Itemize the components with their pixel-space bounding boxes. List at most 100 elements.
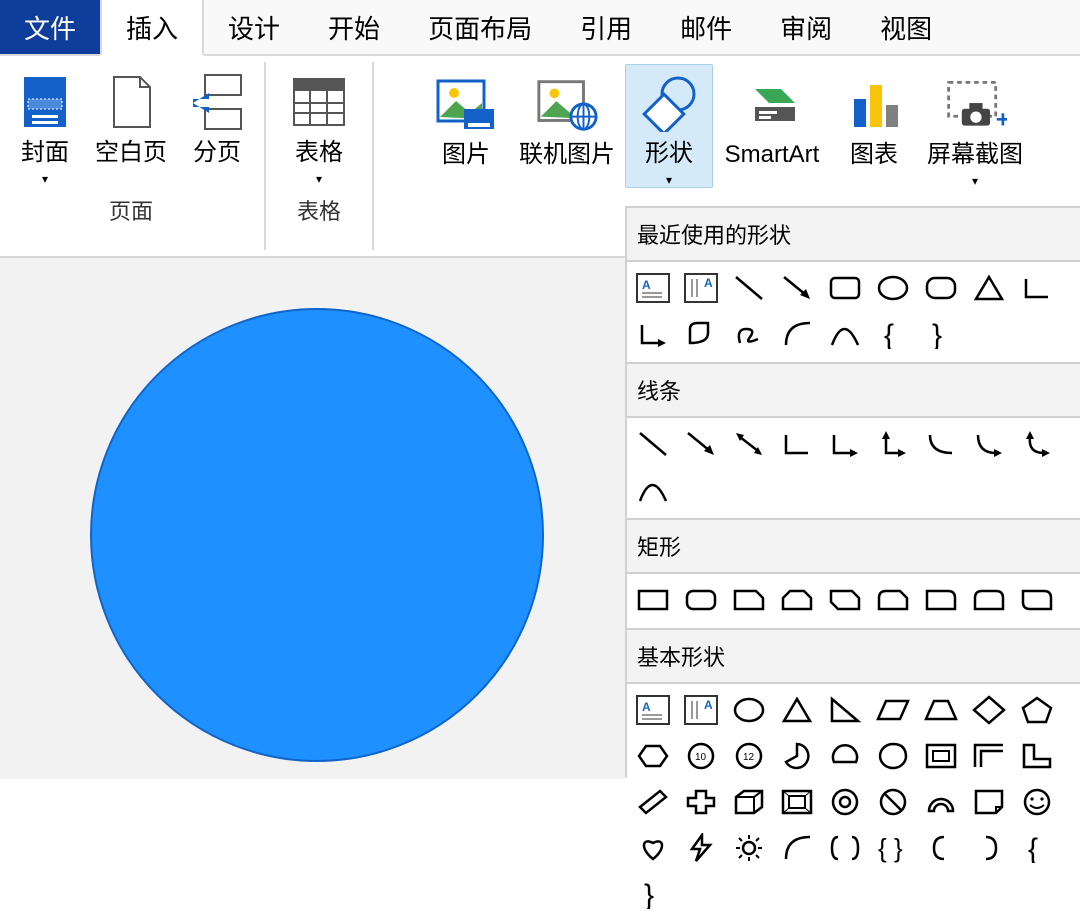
textbox-vert-icon[interactable]: A — [681, 268, 721, 308]
curve-shape-icon[interactable] — [633, 470, 673, 510]
round-rect-icon[interactable] — [681, 580, 721, 620]
tab-file[interactable]: 文件 — [0, 0, 100, 54]
blank-page-button[interactable]: 空白页 ▾ — [84, 64, 178, 186]
line-icon[interactable] — [633, 424, 673, 464]
parallelogram-icon[interactable] — [873, 690, 913, 730]
right-brace-icon[interactable]: } — [921, 314, 961, 354]
group-pages-label: 页面 — [109, 194, 153, 230]
cover-page-button[interactable]: 封面 ▾ — [6, 64, 84, 186]
triangle-icon[interactable] — [777, 690, 817, 730]
shapes-section-lines — [627, 418, 1080, 520]
snip1-rect-icon[interactable] — [729, 580, 769, 620]
arrow-line-icon[interactable] — [777, 268, 817, 308]
decagon-icon[interactable]: 10 — [681, 736, 721, 776]
frame-icon[interactable] — [921, 736, 961, 776]
plus-icon[interactable] — [681, 782, 721, 822]
smartart-button[interactable]: SmartArt ▾ — [713, 66, 831, 188]
ellipse-icon[interactable] — [729, 690, 769, 730]
hexagon-icon[interactable] — [633, 736, 673, 776]
curved-arrow-connector-icon[interactable] — [969, 424, 1009, 464]
picture-button[interactable]: 图片 ▾ — [423, 66, 509, 188]
page-break-button[interactable]: 分页 ▾ — [178, 64, 256, 186]
group-pages: 封面 ▾ 空白页 ▾ — [0, 56, 262, 256]
curve-icon[interactable] — [825, 314, 865, 354]
round-diag-rect-icon[interactable] — [1017, 580, 1057, 620]
chord-icon[interactable] — [825, 736, 865, 776]
snip-round-rect-icon[interactable] — [873, 580, 913, 620]
screenshot-icon: + — [943, 72, 1007, 136]
diamond-icon[interactable] — [969, 690, 1009, 730]
screenshot-button[interactable]: + 屏幕截图 ▾ — [917, 66, 1033, 188]
textbox-vert-icon[interactable]: A — [681, 690, 721, 730]
left-bracket-icon[interactable] — [921, 828, 961, 868]
right-bracket-icon[interactable] — [969, 828, 1009, 868]
right-triangle-icon[interactable] — [825, 690, 865, 730]
trapezoid-icon[interactable] — [921, 690, 961, 730]
cube-icon[interactable] — [729, 782, 769, 822]
curved-connector-icon[interactable] — [921, 424, 961, 464]
elbow-double-arrow-icon[interactable] — [873, 424, 913, 464]
tab-review[interactable]: 审阅 — [756, 0, 856, 54]
triangle-icon[interactable] — [969, 268, 1009, 308]
pie-icon[interactable] — [777, 736, 817, 776]
l-shape-icon[interactable] — [1017, 736, 1057, 776]
round2-rect-icon[interactable] — [969, 580, 1009, 620]
teardrop-icon[interactable] — [873, 736, 913, 776]
rounded-rect-icon[interactable] — [921, 268, 961, 308]
group-tables-label: 表格 — [297, 194, 341, 230]
sun-icon[interactable] — [729, 828, 769, 868]
group-tables: 表格 ▾ 表格 — [268, 56, 370, 256]
line-icon[interactable] — [729, 268, 769, 308]
textbox-horiz-icon[interactable]: A — [633, 690, 673, 730]
tab-mail[interactable]: 邮件 — [656, 0, 756, 54]
chart-button[interactable]: 图表 ▾ — [831, 66, 917, 188]
online-picture-button[interactable]: 联机图片 ▾ — [509, 66, 625, 188]
scribble-icon[interactable] — [729, 314, 769, 354]
diag-stripe-icon[interactable] — [633, 782, 673, 822]
lightning-icon[interactable] — [681, 828, 721, 868]
arc-icon[interactable] — [777, 314, 817, 354]
left-brace-icon[interactable]: { — [1017, 828, 1057, 868]
l-arrow-connector-icon[interactable] — [633, 314, 673, 354]
oval-icon[interactable] — [873, 268, 913, 308]
half-frame-icon[interactable] — [969, 736, 1009, 776]
bevel-icon[interactable] — [777, 782, 817, 822]
folded-corner-icon[interactable] — [969, 782, 1009, 822]
double-bracket-icon[interactable] — [825, 828, 865, 868]
heart-icon[interactable] — [633, 828, 673, 868]
blank-page-icon — [99, 70, 163, 134]
shapes-button[interactable]: 形状 ▾ — [625, 64, 713, 188]
textbox-horiz-icon[interactable]: A — [633, 268, 673, 308]
tab-design[interactable]: 设计 — [204, 0, 304, 54]
dodecagon-icon[interactable]: 12 — [729, 736, 769, 776]
rectangle-icon[interactable] — [825, 268, 865, 308]
tab-layout[interactable]: 页面布局 — [404, 0, 556, 54]
snip2-rect-icon[interactable] — [777, 580, 817, 620]
l-connector-icon[interactable] — [1017, 268, 1057, 308]
right-brace-icon[interactable]: } — [633, 874, 673, 914]
pentagon-icon[interactable] — [1017, 690, 1057, 730]
smiley-icon[interactable] — [1017, 782, 1057, 822]
tab-insert[interactable]: 插入 — [100, 0, 204, 56]
table-button[interactable]: 表格 ▾ — [274, 64, 364, 186]
tab-reference[interactable]: 引用 — [556, 0, 656, 54]
double-brace-icon[interactable]: {} — [873, 828, 913, 868]
tab-view[interactable]: 视图 — [856, 0, 956, 54]
circle-shape[interactable] — [90, 308, 544, 762]
arc-shape-icon[interactable] — [777, 828, 817, 868]
snip-diag-rect-icon[interactable] — [825, 580, 865, 620]
elbow-arrow-connector-icon[interactable] — [825, 424, 865, 464]
curved-double-arrow-icon[interactable] — [1017, 424, 1057, 464]
rect-icon[interactable] — [633, 580, 673, 620]
double-arrow-line-icon[interactable] — [729, 424, 769, 464]
arrow-line-icon[interactable] — [681, 424, 721, 464]
round1-rect-icon[interactable] — [921, 580, 961, 620]
no-symbol-icon[interactable] — [873, 782, 913, 822]
svg-text:}: } — [932, 319, 942, 349]
tab-home[interactable]: 开始 — [304, 0, 404, 54]
left-brace-icon[interactable]: { — [873, 314, 913, 354]
block-arc-icon[interactable] — [921, 782, 961, 822]
freeform-icon[interactable] — [681, 314, 721, 354]
elbow-connector-icon[interactable] — [777, 424, 817, 464]
donut-icon[interactable] — [825, 782, 865, 822]
